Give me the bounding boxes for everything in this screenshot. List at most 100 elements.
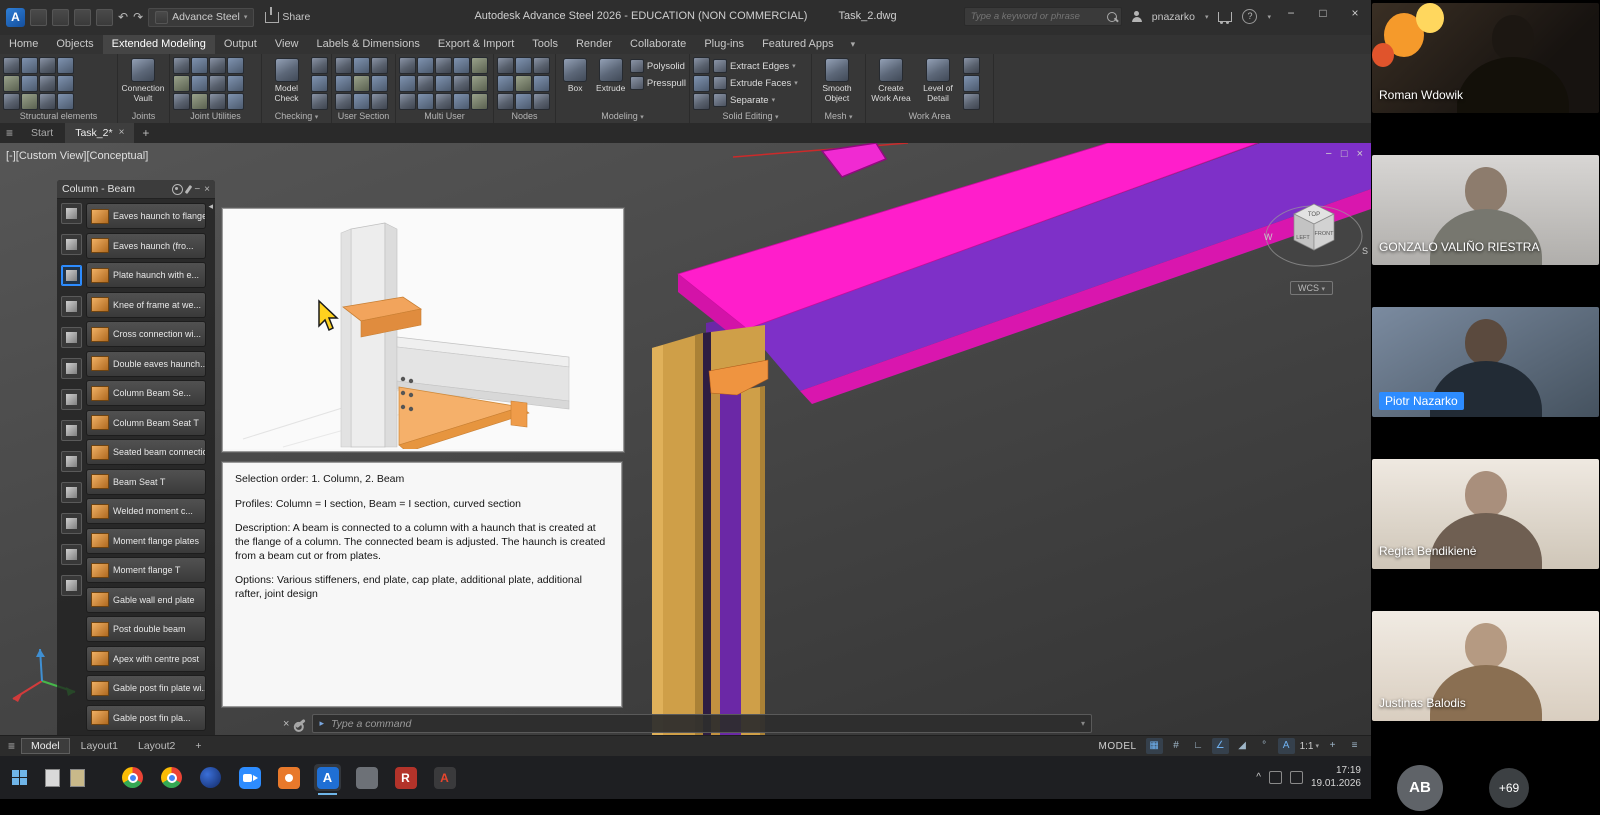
structural-element-icon[interactable] bbox=[21, 93, 38, 110]
joint-utility-icon[interactable] bbox=[173, 93, 190, 110]
layout-tab-layout1[interactable]: Layout1 bbox=[72, 739, 127, 753]
panel-label[interactable]: Nodes bbox=[494, 110, 555, 123]
participant-video[interactable]: Roman Wdowik bbox=[1371, 0, 1600, 152]
joint-utility-icon[interactable] bbox=[227, 57, 244, 74]
user-section-icon[interactable] bbox=[353, 93, 370, 110]
advance-steel-taskbar-icon[interactable]: A bbox=[314, 764, 341, 791]
panel-label[interactable]: Mesh ▾ bbox=[812, 110, 865, 123]
panel-label[interactable]: Work Area bbox=[866, 110, 993, 123]
tab-home[interactable]: Home bbox=[0, 35, 47, 54]
panel-label[interactable]: User Section bbox=[332, 110, 395, 123]
joint-utility-icon[interactable] bbox=[209, 75, 226, 92]
extrude-button[interactable]: Extrude bbox=[594, 57, 626, 109]
doc-tab-start[interactable]: Start bbox=[21, 123, 63, 143]
joint-item[interactable]: Seated beam connection bbox=[86, 439, 206, 465]
close-command-icon[interactable]: × bbox=[283, 718, 289, 730]
cart-icon[interactable] bbox=[1218, 12, 1232, 22]
tab-view[interactable]: View bbox=[266, 35, 308, 54]
joint-item[interactable]: Knee of frame at we... bbox=[86, 292, 206, 318]
tray-expand-icon[interactable]: ^ bbox=[1256, 772, 1261, 783]
joint-utility-icon[interactable] bbox=[191, 93, 208, 110]
units-toggle-icon[interactable]: ° bbox=[1256, 738, 1273, 754]
chrome-icon[interactable] bbox=[119, 764, 146, 791]
app-logo-icon[interactable]: A bbox=[6, 8, 25, 27]
multi-user-icon[interactable] bbox=[399, 93, 416, 110]
nodes-icon[interactable] bbox=[497, 75, 514, 92]
taskbar-clock[interactable]: 17:19 19.01.2026 bbox=[1311, 765, 1361, 790]
solid-editing-icon[interactable] bbox=[693, 75, 710, 92]
new-layout-button[interactable]: + bbox=[186, 739, 210, 753]
close-tab-icon[interactable]: × bbox=[119, 123, 125, 143]
palette-scroll-icon[interactable]: ◂ bbox=[208, 201, 213, 212]
pin-icon[interactable] bbox=[185, 184, 193, 193]
multi-user-icon[interactable] bbox=[435, 75, 452, 92]
user-section-icon[interactable] bbox=[353, 75, 370, 92]
multi-user-icon[interactable] bbox=[471, 75, 488, 92]
joint-utility-icon[interactable] bbox=[191, 57, 208, 74]
palette-minimize-icon[interactable]: − bbox=[194, 182, 200, 197]
tab-collaborate[interactable]: Collaborate bbox=[621, 35, 695, 54]
joint-item[interactable]: Eaves haunch (fro... bbox=[86, 233, 206, 259]
gear-icon[interactable] bbox=[172, 184, 183, 195]
multi-user-icon[interactable] bbox=[453, 75, 470, 92]
search-field[interactable] bbox=[964, 7, 1122, 26]
snap-toggle-icon[interactable]: # bbox=[1168, 738, 1185, 754]
create-work-area-button[interactable]: Create Work Area bbox=[869, 57, 913, 109]
account-icon[interactable] bbox=[1132, 11, 1142, 22]
checking-icon[interactable] bbox=[311, 57, 328, 74]
user-section-icon[interactable] bbox=[371, 57, 388, 74]
search-input[interactable] bbox=[969, 10, 1103, 23]
checking-icon[interactable] bbox=[311, 75, 328, 92]
add-scale-icon[interactable]: + bbox=[1324, 738, 1341, 754]
nodes-icon[interactable] bbox=[515, 75, 532, 92]
tab-output[interactable]: Output bbox=[215, 35, 266, 54]
print-icon[interactable] bbox=[96, 9, 113, 26]
multi-user-icon[interactable] bbox=[417, 75, 434, 92]
joint-item[interactable]: Moment flange T bbox=[86, 557, 206, 583]
joint-item[interactable]: Column Beam Seat T bbox=[86, 410, 206, 436]
participant-video[interactable]: Regita Bendikienė bbox=[1371, 456, 1600, 608]
multi-user-icon[interactable] bbox=[453, 57, 470, 74]
palette-category-icon[interactable] bbox=[61, 203, 82, 224]
structural-element-icon[interactable] bbox=[39, 75, 56, 92]
tab-objects[interactable]: Objects bbox=[47, 35, 102, 54]
structural-element-icon[interactable] bbox=[21, 57, 38, 74]
joint-item[interactable]: Post double beam bbox=[86, 616, 206, 642]
level-of-detail-button[interactable]: Level of Detail bbox=[916, 57, 960, 109]
user-section-icon[interactable] bbox=[335, 93, 352, 110]
panel-label[interactable]: Checking ▾ bbox=[262, 110, 331, 123]
workspace-switcher[interactable]: Advance Steel ▾ bbox=[148, 8, 254, 27]
solid-editing-icon[interactable] bbox=[693, 57, 710, 74]
zoom-icon[interactable] bbox=[236, 764, 263, 791]
volume-icon[interactable] bbox=[1290, 771, 1303, 784]
joint-item[interactable]: Gable post fin pla... bbox=[86, 705, 206, 731]
command-history-icon[interactable]: ▾ bbox=[1081, 719, 1085, 728]
palette-category-icon[interactable] bbox=[61, 296, 82, 317]
polar-toggle-icon[interactable]: ∠ bbox=[1212, 738, 1229, 754]
joint-item[interactable]: Apex with centre post bbox=[86, 646, 206, 672]
palette-category-icon[interactable] bbox=[61, 544, 82, 565]
ribbon-options-icon[interactable]: ▾ bbox=[843, 35, 864, 54]
palette-close-icon[interactable]: × bbox=[204, 182, 210, 197]
taskbar-folder-icon[interactable] bbox=[70, 769, 85, 787]
panel-label[interactable]: Structural elements bbox=[0, 110, 117, 123]
palette-category-icon[interactable] bbox=[61, 358, 82, 379]
joint-utility-icon[interactable] bbox=[209, 57, 226, 74]
joint-item[interactable]: Gable post fin plate wi... bbox=[86, 675, 206, 701]
close-button[interactable]: × bbox=[1339, 0, 1371, 26]
participant-video[interactable]: Justinas Balodis bbox=[1371, 608, 1600, 760]
panel-label[interactable]: Multi User bbox=[396, 110, 493, 123]
taskbar-doc-icon[interactable] bbox=[45, 769, 60, 787]
joint-utility-icon[interactable] bbox=[173, 75, 190, 92]
overflow-participants-badge[interactable]: +69 bbox=[1489, 768, 1529, 808]
joint-utility-icon[interactable] bbox=[227, 93, 244, 110]
view-cube[interactable]: TOP LEFT FRONT W S bbox=[1262, 188, 1371, 285]
save-icon[interactable] bbox=[74, 9, 91, 26]
participant-video[interactable]: GONZALO VALIÑO RIESTRA bbox=[1371, 152, 1600, 304]
share-button[interactable]: Share bbox=[259, 11, 310, 23]
viewport-restore-icon[interactable]: □ bbox=[1341, 148, 1348, 160]
work-area-icon[interactable] bbox=[963, 75, 980, 92]
user-section-icon[interactable] bbox=[353, 57, 370, 74]
new-tab-button[interactable]: + bbox=[136, 126, 155, 140]
tab-export-import[interactable]: Export & Import bbox=[429, 35, 523, 54]
